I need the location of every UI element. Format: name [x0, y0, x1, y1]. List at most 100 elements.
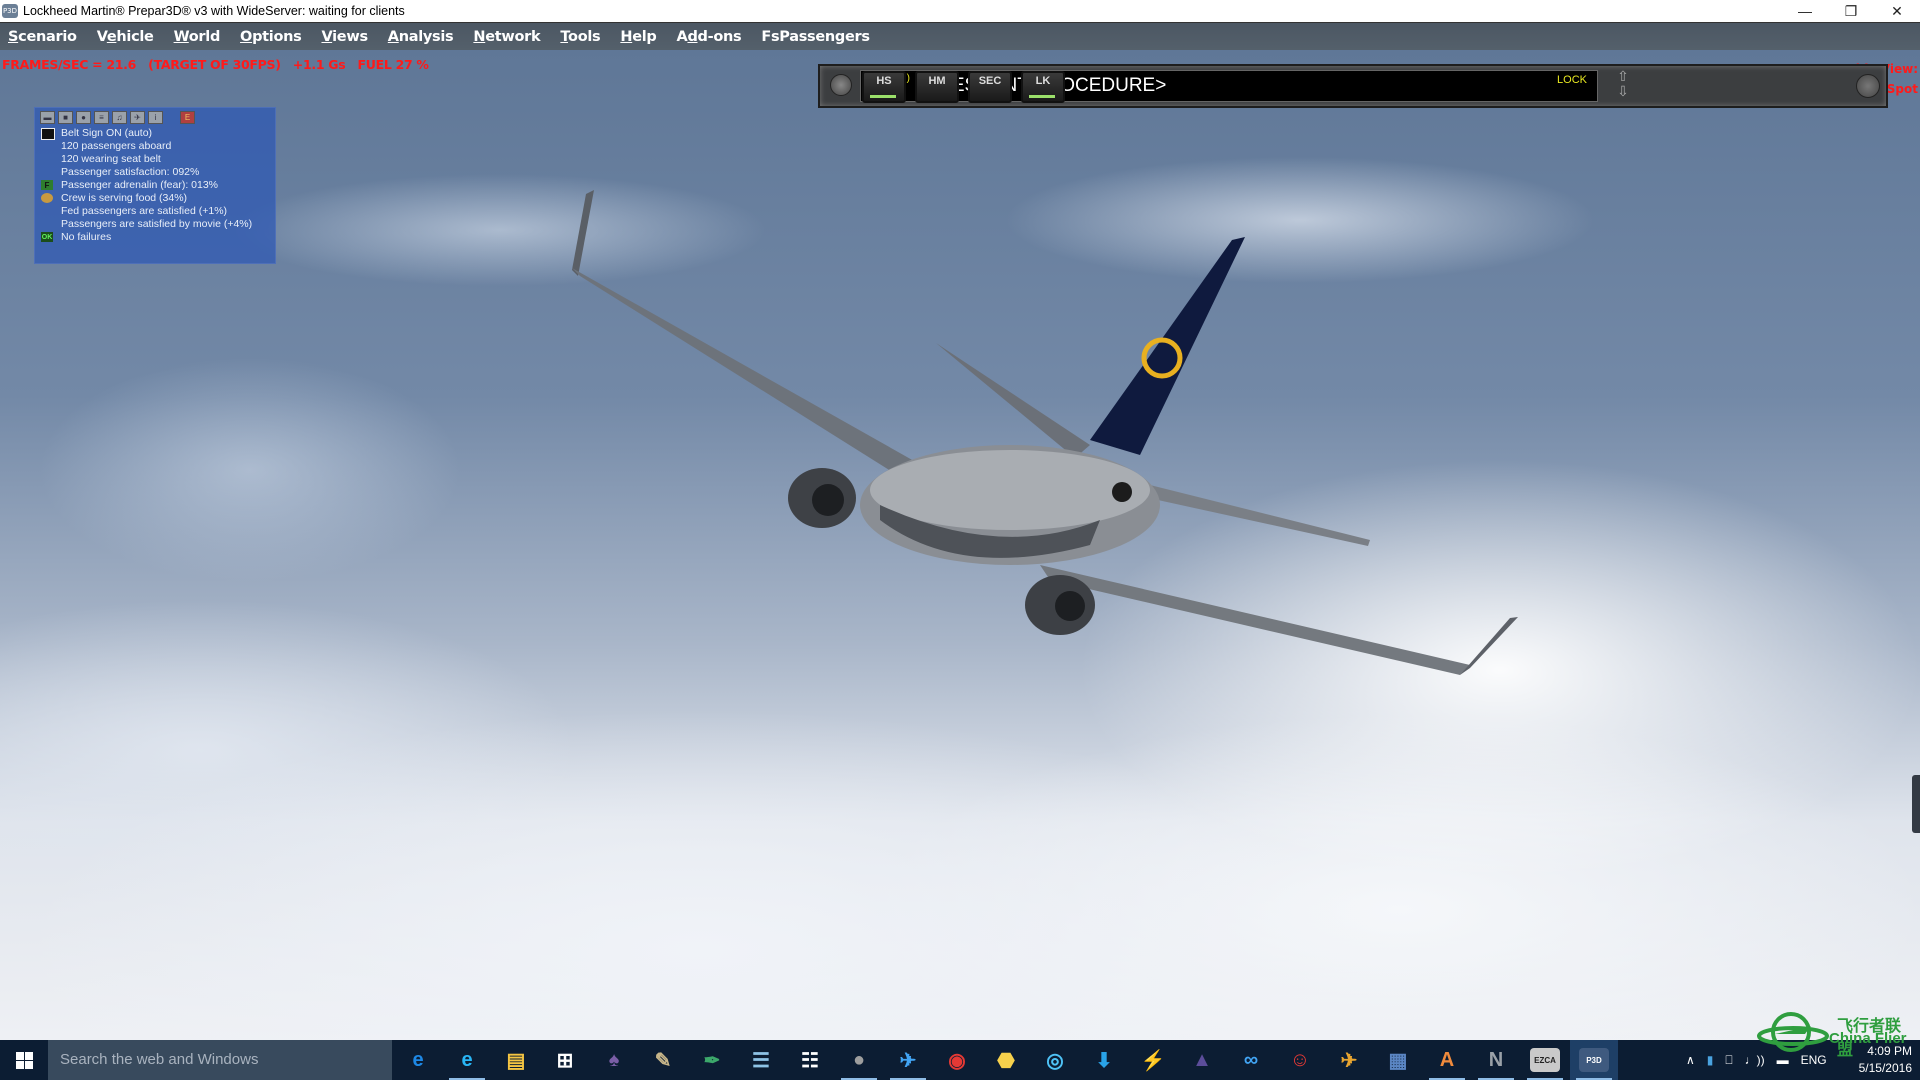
tray-chevron-icon[interactable]: ∧ — [1686, 1053, 1695, 1067]
menu-network[interactable]: Network — [463, 29, 550, 45]
vc-button-lk[interactable]: LK — [1021, 71, 1065, 103]
n-app-icon: N — [1488, 1048, 1504, 1071]
internet-explorer-icon: e — [461, 1048, 473, 1071]
menu-fspassengers[interactable]: FsPassengers — [751, 29, 879, 45]
spider-solitaire-icon: ♠ — [608, 1048, 620, 1071]
taskbar-app-edge[interactable]: e — [394, 1040, 442, 1080]
left-knob[interactable] — [830, 74, 852, 96]
pax-status-line: 120 wearing seat belt — [35, 153, 275, 166]
taskbar-app-calculator[interactable]: ☷ — [786, 1040, 834, 1080]
lock-indicator: LOCK — [1557, 74, 1587, 86]
taskbar-app-bird-app[interactable]: ✈ — [884, 1040, 932, 1080]
led-indicator — [870, 95, 896, 98]
vc-button-hm[interactable]: HM — [915, 71, 959, 103]
taskbar-search[interactable]: Search the web and Windows — [48, 1040, 392, 1080]
taskbar-app-globe-app[interactable]: ● — [835, 1040, 883, 1080]
bird-app-icon: ✈ — [899, 1049, 917, 1072]
taskbar-app-ezca[interactable]: EZCA — [1521, 1040, 1569, 1080]
sim-viewport[interactable] — [0, 50, 1920, 1040]
close-button[interactable]: ✕ — [1874, 0, 1920, 22]
pax-status-text: Crew is serving food (34%) — [61, 192, 188, 204]
taskbar-app-media-app[interactable]: ▲ — [1178, 1040, 1226, 1080]
up-down-arrows-icon[interactable]: ⇧ ⇩ — [1607, 69, 1639, 101]
vc-button-sec[interactable]: SEC — [968, 71, 1012, 103]
pax-status-text: No failures — [61, 231, 112, 243]
menu-help[interactable]: Help — [610, 29, 666, 45]
restore-button[interactable]: ❐ — [1828, 0, 1874, 22]
menu-addons[interactable]: Add-ons — [667, 29, 752, 45]
vc-button-label: SEC — [978, 75, 1002, 87]
taskbar-app-thunder[interactable]: ⚡ — [1129, 1040, 1177, 1080]
taskbar-app-paint[interactable]: ✎ — [639, 1040, 687, 1080]
pax-tool-food-icon[interactable]: ● — [76, 111, 91, 124]
taskbar-app-spider-solitaire[interactable]: ♠ — [590, 1040, 638, 1080]
clock[interactable]: 4:09 PM 5/15/2016 — [1859, 1043, 1912, 1077]
media-app-icon: ▲ — [1192, 1048, 1212, 1071]
network-icon[interactable]: ⎕ — [1725, 1053, 1732, 1068]
minimize-button[interactable]: — — [1782, 0, 1828, 22]
pax-status-text: Passengers are satisfied by movie (+4%) — [61, 218, 253, 230]
vc-button-hs[interactable]: HS — [862, 71, 906, 103]
menu-scenario[interactable]: Scenario — [0, 29, 87, 45]
chrome-icon: ◉ — [948, 1049, 966, 1072]
pax-status-line: Passengers are satisfied by movie (+4%) — [35, 218, 275, 231]
pax-tool-info-icon[interactable]: i — [148, 111, 163, 124]
app-icon: P3D — [2, 4, 18, 18]
menu-vehicle[interactable]: Vehicle — [87, 29, 164, 45]
taskbar: Search the web and Windows e e ▤ ⊞ ♠ ✎ ✒ ☰ ☷ ● ✈ ◉ ⬣… — [0, 1040, 1920, 1080]
taskbar-app-cpnl[interactable]: ▦ — [1374, 1040, 1422, 1080]
pax-tool-monitor-icon[interactable]: ▬ — [40, 111, 55, 124]
pen-app-icon: ✒ — [703, 1049, 721, 1072]
taskbar-app-fsx-tool[interactable]: ✈ — [1325, 1040, 1373, 1080]
pax-status-line: OK No failures — [35, 231, 275, 244]
taskbar-app-internet-explorer[interactable]: e — [443, 1040, 491, 1080]
qq-icon: ☺ — [1289, 1048, 1311, 1071]
menu-world[interactable]: World — [164, 29, 230, 45]
side-level-meter[interactable] — [1912, 775, 1920, 833]
vc-button-label: HM — [928, 75, 946, 87]
pax-tool-crew-icon[interactable]: ≡ — [94, 111, 109, 124]
pax-status-text: Passenger satisfaction: 092% — [61, 166, 200, 178]
pax-tool-plane-icon[interactable]: ✈ — [130, 111, 145, 124]
taskbar-app-qq[interactable]: ☺ — [1276, 1040, 1324, 1080]
taskbar-app-notepad[interactable]: ☰ — [737, 1040, 785, 1080]
right-knob[interactable] — [1856, 74, 1880, 98]
pax-tool-seatbelt-icon[interactable]: ■ — [58, 111, 73, 124]
fps-status: FRAMES/SEC = 21.6 (TARGET OF 30FPS) +1.1… — [2, 57, 429, 72]
menu-views[interactable]: Views — [311, 29, 377, 45]
taskbar-app-word-doc[interactable]: A — [1423, 1040, 1471, 1080]
calculator-icon: ☷ — [801, 1049, 819, 1072]
cpnl-icon: ▦ — [1388, 1049, 1408, 1072]
taskbar-app-cloud-app[interactable]: ∞ — [1227, 1040, 1275, 1080]
fspassengers-panel[interactable]: ▬ ■ ● ≡ ♫ ✈ i E Belt Sign ON (auto) 120 passenge… — [34, 107, 276, 264]
pax-status-text: 120 passengers aboard — [61, 140, 172, 152]
menu-tools[interactable]: Tools — [550, 29, 610, 45]
taskbar-app-chrome[interactable]: ◉ — [933, 1040, 981, 1080]
taskbar-app-pen-app[interactable]: ✒ — [688, 1040, 736, 1080]
language-indicator[interactable]: ENG — [1801, 1053, 1827, 1067]
usb-icon[interactable]: ▮ — [1707, 1053, 1714, 1067]
led-indicator — [1029, 95, 1055, 98]
taskbar-app-download-manager[interactable]: ⬇ — [1080, 1040, 1128, 1080]
notifications-icon[interactable]: ▬ — [1777, 1053, 1789, 1067]
start-button[interactable] — [0, 1040, 48, 1080]
taskbar-app-file-explorer[interactable]: ▤ — [492, 1040, 540, 1080]
teamviewer-icon: ◎ — [1046, 1049, 1064, 1072]
vc-button-label: HS — [876, 75, 892, 87]
taskbar-app-store[interactable]: ⊞ — [541, 1040, 589, 1080]
volume-icon[interactable]: ♩)) — [1745, 1053, 1765, 1067]
pax-status-line: Passenger satisfaction: 092% — [35, 166, 275, 179]
taskbar-app-p3d[interactable]: P3D — [1570, 1040, 1618, 1080]
store-icon: ⊞ — [556, 1049, 574, 1072]
pax-tool-e-icon[interactable]: E — [180, 111, 195, 124]
taskbar-app-teamviewer[interactable]: ◎ — [1031, 1040, 1079, 1080]
menu-options[interactable]: Options — [230, 29, 311, 45]
ok-icon: OK — [41, 232, 53, 242]
pax-tool-music-icon[interactable]: ♫ — [112, 111, 127, 124]
fear-icon: F — [41, 180, 53, 190]
menu-analysis[interactable]: Analysis — [378, 29, 464, 45]
pax-status-text: Fed passengers are satisfied (+1%) — [61, 205, 228, 217]
taskbar-app-python[interactable]: ⬣ — [982, 1040, 1030, 1080]
taskbar-app-n-app[interactable]: N — [1472, 1040, 1520, 1080]
paint-icon: ✎ — [654, 1049, 672, 1072]
